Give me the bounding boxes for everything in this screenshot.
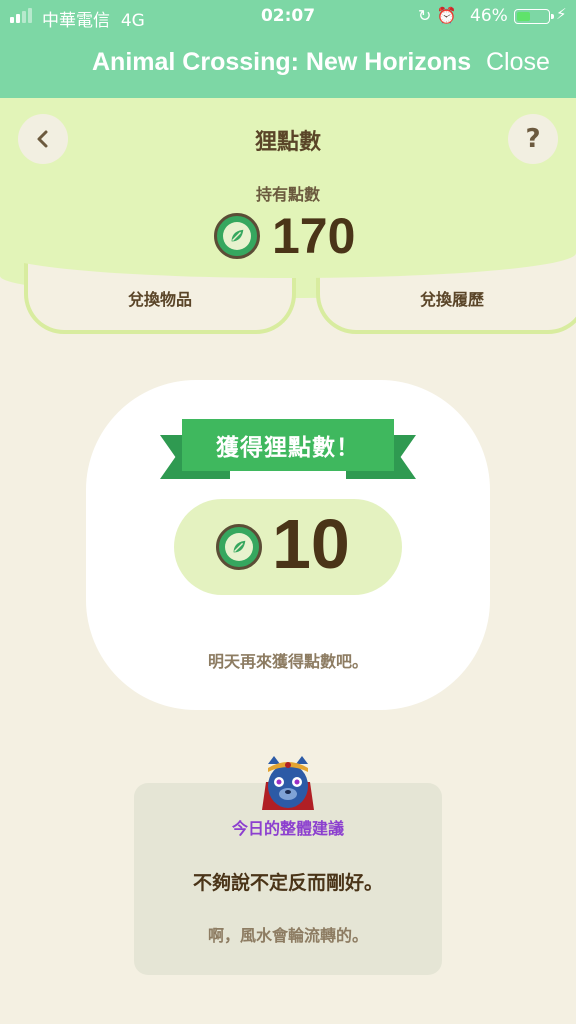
battery-icon	[514, 9, 554, 24]
reward-banner: 獲得狸點數！	[182, 419, 394, 471]
reward-amount-value: 10	[272, 505, 350, 583]
battery-percent: 46%	[470, 6, 508, 26]
charging-icon: ⚡︎	[556, 5, 567, 23]
come-back-note: 明天再來獲得點數吧。	[207, 652, 368, 671]
fortune-message: 不夠說不定反而剛好。	[192, 872, 383, 894]
tab-label: 兌換物品	[127, 290, 192, 309]
leaf-coin-icon	[216, 524, 262, 570]
status-bar: 中華電信 4G 02:07 ↻ ⏰ 46% ⚡︎	[0, 0, 576, 32]
app-title: Animal Crossing: New Horizons	[92, 48, 472, 76]
owned-points-label: 持有點數	[255, 185, 320, 204]
fortune-teller-avatar	[262, 756, 314, 810]
leaf-coin-icon	[214, 213, 260, 259]
owned-points-row: 170	[214, 207, 355, 265]
app-header: 中華電信 4G 02:07 ↻ ⏰ 46% ⚡︎ Animal Crossing…	[0, 0, 576, 98]
owned-points-value: 170	[272, 208, 356, 264]
fortune-submessage: 啊，風水會輪流轉的。	[207, 926, 368, 945]
close-button[interactable]: Close	[486, 48, 550, 77]
tab-label: 兌換履歷	[419, 290, 484, 309]
fortune-title: 今日的整體建議	[231, 819, 344, 838]
orientation-lock-and-alarm-icon: ↻ ⏰	[418, 6, 457, 25]
page-title: 狸點數	[254, 130, 321, 155]
